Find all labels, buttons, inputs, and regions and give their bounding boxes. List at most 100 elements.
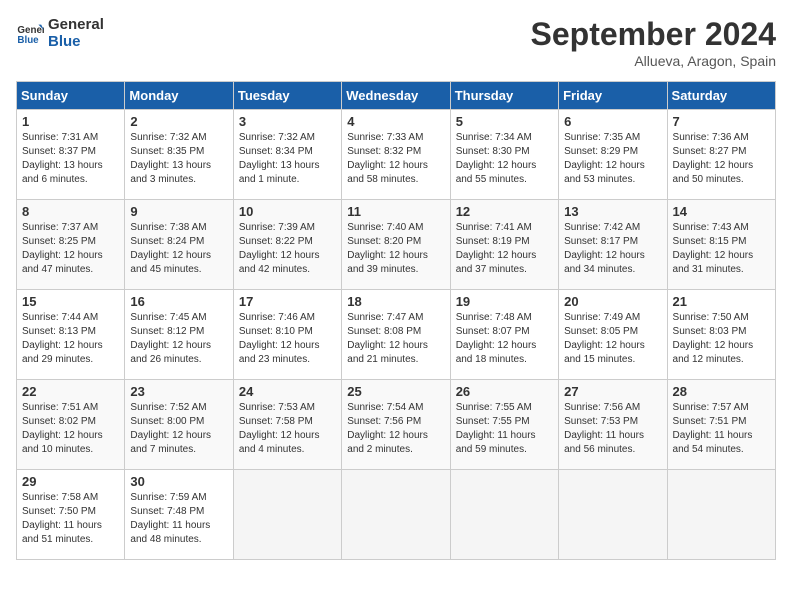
- day-info: Sunrise: 7:45 AMSunset: 8:12 PMDaylight:…: [130, 311, 227, 367]
- day-info: Sunrise: 7:43 AMSunset: 8:15 PMDaylight:…: [673, 221, 770, 277]
- calendar-row-5: 29Sunrise: 7:58 AMSunset: 7:50 PMDayligh…: [17, 470, 776, 560]
- day-number: 23: [130, 384, 227, 399]
- calendar-cell: 6 Sunrise: 7:35 AMSunset: 8:29 PMDaylight…: [559, 110, 667, 200]
- col-header-tuesday: Tuesday: [233, 82, 341, 110]
- day-number: 25: [347, 384, 444, 399]
- day-info: Sunrise: 7:32 AMSunset: 8:34 PMDaylight:…: [239, 131, 336, 187]
- col-header-monday: Monday: [125, 82, 233, 110]
- day-info: Sunrise: 7:34 AMSunset: 8:30 PMDaylight:…: [456, 131, 553, 187]
- day-info: Sunrise: 7:52 AMSunset: 8:00 PMDaylight:…: [130, 401, 227, 457]
- day-number: 7: [673, 114, 770, 129]
- day-info: Sunrise: 7:51 AMSunset: 8:02 PMDaylight:…: [22, 401, 119, 457]
- day-number: 19: [456, 294, 553, 309]
- day-number: 12: [456, 204, 553, 219]
- svg-text:Blue: Blue: [17, 35, 39, 46]
- calendar-cell: 12 Sunrise: 7:41 AMSunset: 8:19 PMDayligh…: [450, 200, 558, 290]
- calendar-cell: 25 Sunrise: 7:54 AMSunset: 7:56 PMDayligh…: [342, 380, 450, 470]
- day-number: 8: [22, 204, 119, 219]
- calendar-cell: 14Sunrise: 7:43 AMSunset: 8:15 PMDayligh…: [667, 200, 775, 290]
- calendar-cell: 22 Sunrise: 7:51 AMSunset: 8:02 PMDayligh…: [17, 380, 125, 470]
- calendar-cell: 7 Sunrise: 7:36 AMSunset: 8:27 PMDaylight…: [667, 110, 775, 200]
- location: Allueva, Aragon, Spain: [531, 53, 776, 69]
- day-info: Sunrise: 7:55 AMSunset: 7:55 PMDaylight:…: [456, 401, 553, 457]
- day-info: Sunrise: 7:36 AMSunset: 8:27 PMDaylight:…: [673, 131, 770, 187]
- day-info: Sunrise: 7:50 AMSunset: 8:03 PMDaylight:…: [673, 311, 770, 367]
- calendar-cell: 18 Sunrise: 7:47 AMSunset: 8:08 PMDayligh…: [342, 290, 450, 380]
- calendar-cell: 10Sunrise: 7:39 AMSunset: 8:22 PMDayligh…: [233, 200, 341, 290]
- calendar-cell: 1 Sunrise: 7:31 AMSunset: 8:37 PMDaylight…: [17, 110, 125, 200]
- day-info: Sunrise: 7:48 AMSunset: 8:07 PMDaylight:…: [456, 311, 553, 367]
- calendar-cell: 17 Sunrise: 7:46 AMSunset: 8:10 PMDayligh…: [233, 290, 341, 380]
- day-number: 2: [130, 114, 227, 129]
- col-header-saturday: Saturday: [667, 82, 775, 110]
- calendar-cell: 24 Sunrise: 7:53 AMSunset: 7:58 PMDayligh…: [233, 380, 341, 470]
- day-number: 27: [564, 384, 661, 399]
- day-number: 13: [564, 204, 661, 219]
- calendar-cell: 2 Sunrise: 7:32 AMSunset: 8:35 PMDaylight…: [125, 110, 233, 200]
- calendar-cell: 29Sunrise: 7:58 AMSunset: 7:50 PMDayligh…: [17, 470, 125, 560]
- col-header-wednesday: Wednesday: [342, 82, 450, 110]
- day-info: Sunrise: 7:33 AMSunset: 8:32 PMDaylight:…: [347, 131, 444, 187]
- day-info: Sunrise: 7:44 AMSunset: 8:13 PMDaylight:…: [22, 311, 119, 367]
- day-info: Sunrise: 7:41 AMSunset: 8:19 PMDaylight:…: [456, 221, 553, 277]
- day-info: Sunrise: 7:40 AMSunset: 8:20 PMDaylight:…: [347, 221, 444, 277]
- calendar-cell: 16 Sunrise: 7:45 AMSunset: 8:12 PMDayligh…: [125, 290, 233, 380]
- calendar-row-2: 8 Sunrise: 7:37 AMSunset: 8:25 PMDaylight…: [17, 200, 776, 290]
- calendar-cell: 3 Sunrise: 7:32 AMSunset: 8:34 PMDaylight…: [233, 110, 341, 200]
- day-number: 5: [456, 114, 553, 129]
- logo: General Blue General Blue: [16, 16, 104, 50]
- calendar-cell: 27 Sunrise: 7:56 AMSunset: 7:53 PMDayligh…: [559, 380, 667, 470]
- col-header-sunday: Sunday: [17, 82, 125, 110]
- calendar-cell: [667, 470, 775, 560]
- day-number: 3: [239, 114, 336, 129]
- day-info: Sunrise: 7:39 AMSunset: 8:22 PMDaylight:…: [239, 221, 336, 277]
- calendar-cell: 30Sunrise: 7:59 AMSunset: 7:48 PMDayligh…: [125, 470, 233, 560]
- calendar-cell: 5 Sunrise: 7:34 AMSunset: 8:30 PMDaylight…: [450, 110, 558, 200]
- calendar-cell: 21Sunrise: 7:50 AMSunset: 8:03 PMDayligh…: [667, 290, 775, 380]
- calendar-cell: 26 Sunrise: 7:55 AMSunset: 7:55 PMDayligh…: [450, 380, 558, 470]
- calendar-cell: 8 Sunrise: 7:37 AMSunset: 8:25 PMDaylight…: [17, 200, 125, 290]
- calendar-row-3: 15Sunrise: 7:44 AMSunset: 8:13 PMDayligh…: [17, 290, 776, 380]
- day-number: 29: [22, 474, 119, 489]
- day-info: Sunrise: 7:35 AMSunset: 8:29 PMDaylight:…: [564, 131, 661, 187]
- page-header: General Blue General Blue September 2024…: [16, 16, 776, 69]
- day-number: 17: [239, 294, 336, 309]
- calendar-cell: 13 Sunrise: 7:42 AMSunset: 8:17 PMDayligh…: [559, 200, 667, 290]
- day-number: 22: [22, 384, 119, 399]
- day-info: Sunrise: 7:49 AMSunset: 8:05 PMDaylight:…: [564, 311, 661, 367]
- month-title: September 2024: [531, 16, 776, 53]
- day-number: 26: [456, 384, 553, 399]
- day-info: Sunrise: 7:37 AMSunset: 8:25 PMDaylight:…: [22, 221, 119, 277]
- col-header-thursday: Thursday: [450, 82, 558, 110]
- day-info: Sunrise: 7:54 AMSunset: 7:56 PMDaylight:…: [347, 401, 444, 457]
- day-number: 1: [22, 114, 119, 129]
- day-info: Sunrise: 7:42 AMSunset: 8:17 PMDaylight:…: [564, 221, 661, 277]
- day-info: Sunrise: 7:32 AMSunset: 8:35 PMDaylight:…: [130, 131, 227, 187]
- day-number: 9: [130, 204, 227, 219]
- day-number: 20: [564, 294, 661, 309]
- calendar-row-4: 22 Sunrise: 7:51 AMSunset: 8:02 PMDayligh…: [17, 380, 776, 470]
- calendar-cell: 23 Sunrise: 7:52 AMSunset: 8:00 PMDayligh…: [125, 380, 233, 470]
- day-number: 16: [130, 294, 227, 309]
- calendar-table: SundayMondayTuesdayWednesdayThursdayFrid…: [16, 81, 776, 560]
- calendar-cell: 15Sunrise: 7:44 AMSunset: 8:13 PMDayligh…: [17, 290, 125, 380]
- day-info: Sunrise: 7:56 AMSunset: 7:53 PMDaylight:…: [564, 401, 661, 457]
- calendar-cell: 4 Sunrise: 7:33 AMSunset: 8:32 PMDaylight…: [342, 110, 450, 200]
- day-info: Sunrise: 7:53 AMSunset: 7:58 PMDaylight:…: [239, 401, 336, 457]
- calendar-cell: 28 Sunrise: 7:57 AMSunset: 7:51 PMDayligh…: [667, 380, 775, 470]
- logo-icon: General Blue: [16, 19, 44, 47]
- day-info: Sunrise: 7:47 AMSunset: 8:08 PMDaylight:…: [347, 311, 444, 367]
- day-number: 28: [673, 384, 770, 399]
- day-info: Sunrise: 7:31 AMSunset: 8:37 PMDaylight:…: [22, 131, 119, 187]
- day-number: 4: [347, 114, 444, 129]
- day-info: Sunrise: 7:38 AMSunset: 8:24 PMDaylight:…: [130, 221, 227, 277]
- day-info: Sunrise: 7:46 AMSunset: 8:10 PMDaylight:…: [239, 311, 336, 367]
- day-number: 18: [347, 294, 444, 309]
- day-number: 6: [564, 114, 661, 129]
- calendar-cell: 11Sunrise: 7:40 AMSunset: 8:20 PMDayligh…: [342, 200, 450, 290]
- calendar-cell: [233, 470, 341, 560]
- calendar-cell: 9 Sunrise: 7:38 AMSunset: 8:24 PMDaylight…: [125, 200, 233, 290]
- day-info: Sunrise: 7:57 AMSunset: 7:51 PMDaylight:…: [673, 401, 770, 457]
- day-number: 24: [239, 384, 336, 399]
- day-number: 30: [130, 474, 227, 489]
